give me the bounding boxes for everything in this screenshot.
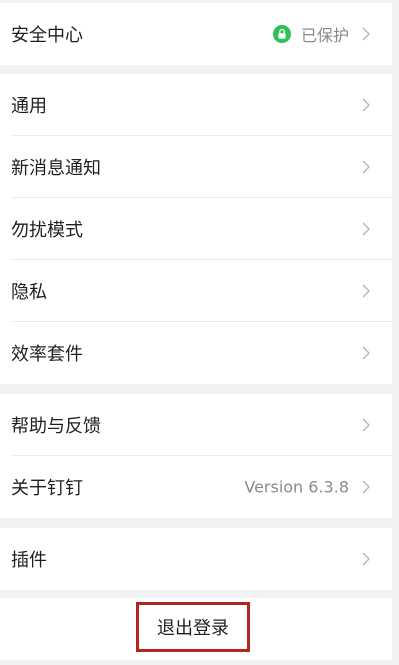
- chevron-right-icon: [362, 284, 370, 298]
- chevron-right-icon: [362, 27, 370, 41]
- settings-row-privacy[interactable]: 隐私: [0, 260, 392, 322]
- row-label: 效率套件: [11, 344, 83, 365]
- row-label: 插件: [11, 550, 47, 571]
- settings-row-security-center[interactable]: 安全中心 已保护: [0, 3, 392, 65]
- row-label: 关于钉钉: [11, 478, 83, 499]
- chevron-right-icon: [362, 552, 370, 566]
- version-text: Version 6.3.8: [244, 477, 349, 497]
- settings-row-general[interactable]: 通用: [0, 74, 392, 136]
- settings-row-productivity-suite[interactable]: 效率套件: [0, 322, 392, 384]
- settings-row-help-feedback[interactable]: 帮助与反馈: [0, 394, 392, 456]
- row-label: 隐私: [11, 282, 47, 303]
- settings-row-do-not-disturb[interactable]: 勿扰模式: [0, 198, 392, 260]
- chevron-right-icon: [362, 418, 370, 432]
- row-label: 安全中心: [11, 25, 83, 46]
- chevron-right-icon: [362, 160, 370, 174]
- chevron-right-icon: [362, 222, 370, 236]
- chevron-right-icon: [362, 346, 370, 360]
- chevron-right-icon: [362, 480, 370, 494]
- settings-row-notifications[interactable]: 新消息通知: [0, 136, 392, 198]
- settings-row-about[interactable]: 关于钉钉 Version 6.3.8: [0, 456, 392, 518]
- row-label: 通用: [11, 96, 47, 117]
- logout-button[interactable]: 退出登录: [139, 605, 247, 649]
- logout-highlight-box: 退出登录: [136, 602, 250, 652]
- support-group: 帮助与反馈 关于钉钉 Version 6.3.8: [0, 394, 392, 518]
- row-label: 新消息通知: [11, 158, 101, 179]
- lock-icon: [273, 25, 291, 43]
- general-settings-group: 通用 新消息通知 勿扰模式 隐私 效率套件: [0, 74, 392, 384]
- plugins-group: 插件: [0, 528, 392, 590]
- security-group: 安全中心 已保护: [0, 3, 392, 65]
- settings-screen: 安全中心 已保护 通用 新消息通知 勿扰模式 隐私 效率套件 帮助与反馈 关于钉…: [0, 0, 399, 665]
- logout-card: 退出登录: [0, 598, 392, 660]
- security-status-text: 已保护: [300, 26, 349, 45]
- chevron-right-icon: [362, 98, 370, 112]
- row-label: 勿扰模式: [11, 220, 83, 241]
- row-label: 帮助与反馈: [11, 416, 101, 437]
- settings-row-plugins[interactable]: 插件: [0, 528, 392, 590]
